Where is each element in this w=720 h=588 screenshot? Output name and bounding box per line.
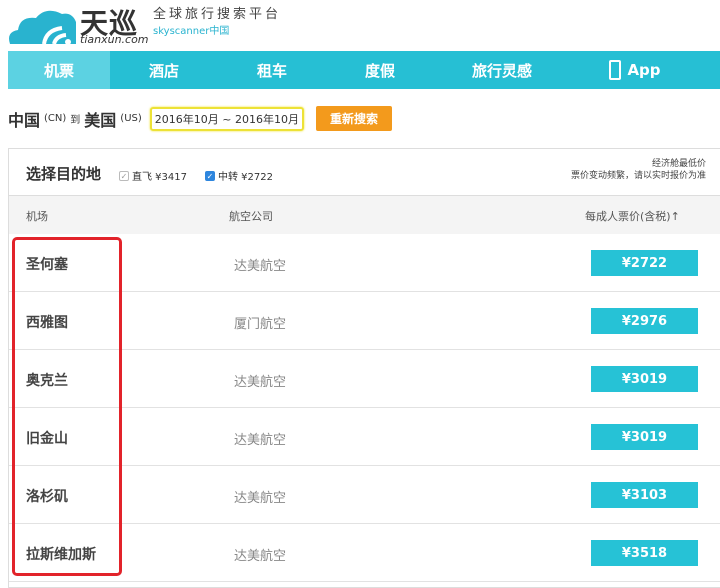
direct-checkbox[interactable]: ✓ (119, 170, 129, 181)
airline: 达美航空 (234, 549, 287, 564)
research-button[interactable]: 重新搜索 (315, 106, 392, 131)
destination-city[interactable]: 西雅图 (26, 312, 68, 332)
destination-city[interactable]: 奥克兰 (26, 370, 68, 390)
price-button[interactable]: ¥3518 (591, 540, 698, 566)
direct-label: 直飞 ¥3417 (132, 172, 187, 183)
tab-hotels[interactable]: 酒店 (110, 51, 218, 89)
origin: 中国 (8, 110, 41, 130)
direct-option[interactable]: ✓ 直飞 ¥3417 (119, 168, 187, 183)
airline: 达美航空 (234, 375, 287, 390)
airline: 达美航空 (234, 259, 287, 274)
table-row[interactable]: 洛杉矶 达美航空 ¥3103 (9, 466, 720, 524)
table-row[interactable]: 奥克兰 达美航空 ¥3019 (9, 350, 720, 408)
results-panel: 选择目的地 ✓ 直飞 ¥3417 ✓ 中转 ¥2722 经济舱最低价 票价变动频繁，请… (8, 148, 720, 588)
destination-city[interactable]: 旧金山 (26, 428, 68, 448)
airline: 达美航空 (234, 433, 287, 448)
tab-app[interactable]: App (570, 51, 700, 89)
table-row[interactable]: 西雅图 厦门航空 ¥2976 (9, 292, 720, 350)
price-button[interactable]: ¥3103 (591, 482, 698, 508)
table-header: 机场 航空公司 每成人票价(含税)↑ (9, 196, 720, 234)
date-range-input[interactable]: 2016年10月 ~ 2016年10月 (149, 106, 304, 131)
col-airport: 机场 (26, 210, 48, 223)
note-title: 经济舱最低价 (651, 159, 706, 169)
main-nav: 机票 酒店 租车 度假 旅行灵感 App (8, 51, 720, 89)
col-airline: 航空公司 (229, 210, 273, 223)
phone-icon (609, 60, 622, 80)
price-button[interactable]: ¥3019 (591, 366, 698, 392)
transfer-label: 中转 ¥2722 (218, 172, 273, 183)
destination: 美国 (84, 110, 117, 130)
search-summary: 中国 (CN) 到 美国 (US) 2016年10月 ~ 2016年10月 重新… (8, 106, 392, 131)
brand-domain: tianxun.com (80, 33, 149, 46)
table-row[interactable]: 圣何塞 达美航空 ¥2722 (9, 234, 720, 292)
tab-flights[interactable]: 机票 (8, 51, 110, 89)
tab-car-rental[interactable]: 租车 (218, 51, 326, 89)
price-button[interactable]: ¥3019 (591, 424, 698, 450)
table-row[interactable]: 拉斯维加斯 达美航空 ¥3518 (9, 524, 720, 582)
table-row[interactable]: 旧金山 达美航空 ¥3019 (9, 408, 720, 466)
transfer-option[interactable]: ✓ 中转 ¥2722 (205, 168, 273, 183)
price-button[interactable]: ¥2976 (591, 308, 698, 334)
airline: 达美航空 (234, 491, 287, 506)
price-note: 经济舱最低价票价变动频繁，请以实时报价为准 (571, 158, 706, 182)
sub-brand: skyscanner中国 (153, 26, 230, 37)
origin-code: (CN) (44, 113, 67, 124)
price-button[interactable]: ¥2722 (591, 250, 698, 276)
note-text: 票价变动频繁，请以实时报价为准 (570, 171, 706, 181)
to-word: 到 (70, 115, 81, 126)
destination-city[interactable]: 圣何塞 (26, 254, 68, 274)
tab-inspiration[interactable]: 旅行灵感 (434, 51, 570, 89)
col-price[interactable]: 每成人票价(含税)↑ (585, 208, 680, 224)
transfer-checkbox[interactable]: ✓ (205, 170, 215, 181)
airline: 厦门航空 (234, 317, 287, 332)
tab-app-label: App (627, 61, 661, 79)
destination-city[interactable]: 拉斯维加斯 (26, 544, 96, 564)
destination-code: (US) (120, 113, 142, 124)
tab-holidays[interactable]: 度假 (326, 51, 434, 89)
panel-title: 选择目的地 (26, 165, 102, 183)
destination-city[interactable]: 洛杉矶 (26, 486, 68, 506)
tagline: 全球旅行搜索平台 (153, 7, 282, 22)
